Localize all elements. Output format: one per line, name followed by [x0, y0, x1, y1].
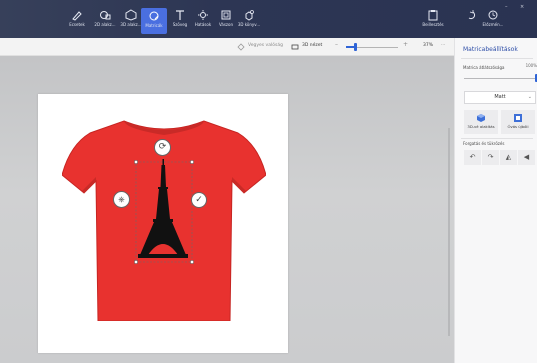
paste-icon — [428, 10, 438, 21]
tool-label: 3D könyv... — [237, 22, 261, 27]
stamp-icon — [514, 114, 522, 122]
library-3d-icon — [245, 10, 254, 21]
vertical-scrollbar[interactable] — [448, 128, 450, 336]
tool-label: Ecsetek — [69, 22, 85, 27]
view-3d-icon — [291, 44, 299, 50]
shapes-2d-icon — [100, 11, 111, 20]
make-3d-label: 3D-vé alakítás — [467, 124, 495, 129]
rotate-right-icon: ↷ — [487, 153, 494, 161]
brush-icon — [72, 11, 82, 21]
tool-brushes[interactable]: Ecsetek — [64, 7, 90, 35]
undo-icon — [468, 10, 476, 20]
zoom-in-button[interactable]: + — [403, 41, 408, 48]
tool-stickers[interactable]: Matricák — [141, 8, 167, 34]
minimize-button[interactable]: – — [505, 4, 508, 10]
mixed-reality-icon — [237, 43, 245, 51]
tool-history[interactable]: Előzmén... — [478, 7, 508, 35]
stickers-icon — [149, 11, 159, 21]
view-bar: Vegyes valóság 3D nézet – + 37% ··· — [0, 38, 454, 56]
view-3d-button[interactable]: 3D nézet — [302, 43, 322, 48]
flip-vertical-button[interactable]: ◭ — [500, 150, 517, 165]
opacity-value[interactable]: 100% — [519, 63, 537, 70]
close-button[interactable]: × — [520, 4, 524, 10]
flip-horizontal-icon: ◀ — [523, 153, 530, 161]
sticker-settings-panel: Matricabeállítások Matrica átlátszósága … — [454, 38, 537, 363]
rotate-flip-label: Forgatás és tükrözés — [463, 141, 505, 146]
rotate-left-button[interactable]: ↶ — [464, 150, 481, 165]
tool-label: Matricák — [145, 23, 163, 28]
stamp-handle-icon[interactable]: ⎈ — [113, 191, 130, 208]
rotate-left-icon: ↶ — [469, 153, 476, 161]
zoom-out-button[interactable]: – — [335, 41, 338, 48]
cube-icon — [477, 114, 485, 122]
mixed-reality-button[interactable]: Vegyes valóság — [248, 43, 283, 48]
tool-paste[interactable]: Beillesztés — [420, 7, 446, 35]
tool-3d-library[interactable]: 3D könyv... — [236, 7, 262, 35]
rotate-right-button[interactable]: ↷ — [482, 150, 499, 165]
panel-title: Matricabeállítások — [463, 46, 518, 53]
make-3d-button[interactable]: 3D-vé alakítás — [464, 110, 498, 134]
flip-vertical-icon: ◭ — [505, 153, 512, 161]
history-icon — [488, 10, 498, 20]
flip-horizontal-button[interactable]: ◀ — [518, 150, 535, 165]
confirm-check-icon[interactable]: ✓ — [191, 192, 207, 208]
zoom-slider-thumb[interactable] — [354, 43, 357, 51]
shapes-3d-icon — [125, 9, 137, 21]
stamp-button[interactable]: Óvás újbóli — [501, 110, 535, 134]
divider — [461, 58, 533, 59]
stamp-label: Óvás újbóli — [507, 124, 529, 129]
zoom-value: 37% — [423, 43, 434, 48]
opacity-label: Matrica átlátszósága — [463, 65, 505, 70]
divider — [461, 138, 533, 139]
finish-select[interactable]: Matt ⌄ — [464, 91, 536, 104]
drawing-canvas[interactable]: ⟳ ⎈ ✓ — [38, 94, 288, 353]
effects-icon — [198, 10, 208, 20]
rotate-handle-icon[interactable]: ⟳ — [154, 139, 171, 156]
tool-2d-shapes[interactable]: 2D alakz... — [92, 7, 118, 35]
finish-select-value: Matt — [494, 94, 506, 100]
more-options-button[interactable]: ··· — [441, 43, 445, 48]
opacity-slider-track[interactable] — [464, 78, 536, 79]
tool-label: Beillesztés — [422, 22, 444, 27]
canvas-icon — [221, 10, 231, 20]
top-toolbar: Ecsetek 2D alakz... 3D alakz... Matricák… — [0, 0, 537, 38]
text-icon — [176, 10, 184, 20]
chevron-down-icon: ⌄ — [527, 94, 532, 100]
tool-label: 2D alakz... — [94, 22, 116, 27]
tool-label: Előzmén... — [482, 22, 504, 27]
